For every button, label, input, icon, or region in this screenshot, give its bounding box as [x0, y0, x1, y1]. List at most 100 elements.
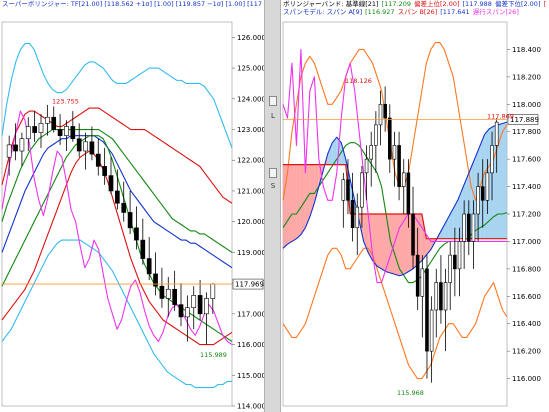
- annotation-last: 117.869: [487, 112, 514, 120]
- y-tick-label: 117.200: [512, 211, 541, 219]
- candle-body: [178, 304, 184, 318]
- candle-body: [191, 295, 197, 308]
- candle-body: [448, 254, 452, 283]
- cloud-segment: [498, 123, 503, 239]
- y-tick-label: 116.000: [512, 375, 541, 383]
- candle-body: [115, 190, 120, 204]
- y-tick-label: 123.000: [237, 126, 264, 134]
- y-tick-label: 117.000: [512, 238, 541, 246]
- candle-body: [45, 116, 50, 124]
- y-tick-label: 118.200: [512, 73, 541, 81]
- candle-body: [83, 141, 88, 152]
- candle-body: [383, 103, 387, 119]
- candle-body: [476, 186, 480, 215]
- candle-body: [471, 213, 476, 242]
- y-tick-label: 118.400: [512, 46, 541, 54]
- y-tick-label: 115.000: [237, 372, 264, 380]
- candle-body: [13, 144, 18, 152]
- cloud-segment: [381, 214, 387, 272]
- candle-body: [429, 309, 434, 352]
- candle-body: [415, 254, 420, 297]
- y-tick-label: 116.800: [512, 265, 541, 273]
- annotation-high: 123.755: [52, 97, 79, 105]
- candle-body: [350, 199, 355, 229]
- candle-body: [364, 158, 369, 174]
- current-price-label: 117.889: [510, 116, 539, 124]
- annotation-high: 118.126: [345, 77, 372, 85]
- y-tick-label: 117.400: [512, 183, 541, 191]
- candle-body: [439, 282, 443, 311]
- candle-body: [388, 117, 392, 160]
- candle-body: [210, 283, 216, 299]
- candle-body: [406, 172, 411, 215]
- cloud-segment: [489, 126, 494, 239]
- chart-window: スーパーボリンジャー: TF[21.00] [118.562 +1σ] [1.0…: [0, 0, 549, 412]
- y-tick-label: 126.000: [237, 34, 264, 42]
- candle-body: [434, 282, 439, 311]
- divider-mark-s: S: [270, 182, 276, 190]
- candle-body: [346, 179, 350, 201]
- y-tick-label: 116.600: [512, 293, 541, 301]
- candle-body: [485, 172, 490, 201]
- candle-body: [204, 298, 209, 315]
- candle-body: [443, 282, 448, 311]
- candle-body: [140, 239, 146, 259]
- candle-body: [360, 172, 364, 208]
- candle-body: [462, 213, 466, 242]
- y-tick-label: 125.000: [237, 65, 264, 73]
- y-tick-label: 122.000: [237, 157, 264, 165]
- candle-body: [453, 254, 457, 270]
- candle-body: [397, 145, 401, 187]
- left-chart-svg[interactable]: 126.000 125.000 124.000 123.000 122.000 121.0…: [0, 0, 264, 412]
- candle-body: [480, 186, 485, 201]
- candle-body: [89, 141, 95, 155]
- y-tick-label: 116.200: [512, 348, 541, 356]
- cloud-segment: [502, 122, 507, 239]
- cloud-segment: [300, 164, 306, 235]
- y-tick-label: 119.000: [237, 249, 264, 257]
- candle-body: [369, 145, 373, 160]
- candle-body: [457, 241, 462, 270]
- candle-body: [19, 138, 25, 152]
- candle-body: [102, 166, 107, 176]
- candle-body: [185, 307, 190, 318]
- right-chart-svg[interactable]: 118.400 118.200 118.000 117.800 117.600 117.4…: [281, 0, 549, 412]
- pane-divider[interactable]: L S: [264, 0, 281, 412]
- candle-body: [95, 153, 101, 167]
- scroll-handle-top[interactable]: [269, 96, 277, 106]
- candle-body: [494, 121, 499, 146]
- candle-body: [378, 103, 383, 126]
- candle-body: [38, 123, 44, 133]
- candle-body: [70, 126, 76, 140]
- candle-body: [121, 202, 127, 213]
- cloud-segment: [291, 164, 297, 242]
- candle-body: [374, 124, 378, 146]
- candle-body: [401, 172, 406, 187]
- cloud-segment: [287, 164, 292, 245]
- candle-body: [392, 145, 397, 160]
- y-tick-label: 117.000: [237, 310, 264, 318]
- candle-body: [490, 145, 494, 174]
- candle-body: [172, 288, 177, 305]
- y-tick-label: 114.000: [237, 403, 264, 411]
- candle-body: [108, 175, 114, 192]
- candle-body: [425, 268, 429, 352]
- y-tick-label: 118.000: [512, 101, 541, 109]
- y-tick-label: 121.000: [237, 187, 264, 195]
- cloud-segment: [377, 214, 382, 269]
- candle-body: [355, 206, 360, 229]
- scroll-handle-bottom[interactable]: [269, 168, 277, 178]
- candle-body: [57, 129, 63, 136]
- y-tick-label: 120.000: [237, 218, 264, 226]
- candle-body: [159, 285, 165, 299]
- y-tick-label: 116.400: [512, 320, 541, 328]
- cloud-segment: [386, 214, 391, 273]
- left-chart-pane[interactable]: スーパーボリンジャー: TF[21.00] [118.562 +1σ] [1.0…: [0, 0, 264, 412]
- candle-body: [51, 116, 57, 130]
- candle-body: [25, 126, 31, 140]
- cloud-segment: [399, 214, 404, 276]
- y-tick-label: 117.600: [512, 156, 541, 164]
- right-chart-pane[interactable]: ボリンジャーバンド: 基準線[21] [117.209 偏差上位[2.00] [117…: [281, 0, 549, 412]
- annotation-low: 115.989: [200, 351, 227, 359]
- y-tick-label: 117.800: [512, 128, 541, 136]
